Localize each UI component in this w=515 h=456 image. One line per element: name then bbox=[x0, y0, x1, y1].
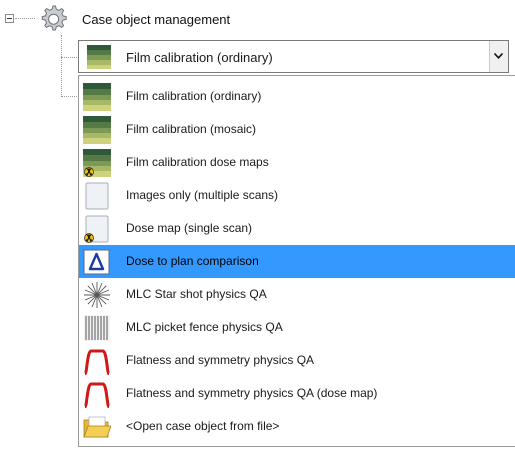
list-item-label: Flatness and symmetry physics QA bbox=[126, 353, 315, 367]
dose-map-document-icon bbox=[83, 215, 111, 243]
list-item-label: <Open case object from file> bbox=[126, 419, 280, 433]
list-item-mlc-picket-fence[interactable]: MLC picket fence physics QA bbox=[79, 311, 515, 344]
film-calibration-icon bbox=[83, 83, 111, 111]
list-item-film-calibration-ordinary[interactable]: Film calibration (ordinary) bbox=[79, 80, 515, 113]
collapse-toggle[interactable] bbox=[5, 14, 14, 23]
list-item-images-only[interactable]: Images only (multiple scans) bbox=[79, 179, 515, 212]
film-calibration-mosaic-icon bbox=[83, 116, 111, 144]
delta-icon bbox=[83, 248, 111, 276]
list-item-dose-map-single-scan[interactable]: Dose map (single scan) bbox=[79, 212, 515, 245]
list-item-label: Film calibration dose maps bbox=[126, 155, 269, 169]
root-node-label[interactable]: Case object management bbox=[82, 12, 230, 27]
list-item-film-calibration-mosaic[interactable]: Film calibration (mosaic) bbox=[79, 113, 515, 146]
blank-document-icon bbox=[83, 182, 111, 210]
list-item-dose-to-plan-comparison[interactable]: Dose to plan comparison bbox=[79, 245, 515, 278]
tree-connector-root bbox=[15, 18, 35, 19]
chevron-down-icon bbox=[494, 53, 503, 59]
case-type-combobox[interactable]: Film calibration (ordinary) bbox=[78, 40, 509, 73]
list-item-label: Film calibration (ordinary) bbox=[126, 89, 262, 103]
dropdown-button[interactable] bbox=[489, 41, 508, 72]
tree-connector-child-2 bbox=[61, 96, 77, 97]
list-item-label: MLC picket fence physics QA bbox=[126, 320, 283, 334]
tree-connector-vertical bbox=[61, 35, 62, 97]
folder-open-icon bbox=[83, 413, 112, 441]
list-item-open-from-file[interactable]: <Open case object from file> bbox=[79, 410, 515, 443]
list-item-label: Dose map (single scan) bbox=[126, 221, 253, 235]
case-type-dropdown-list[interactable]: Film calibration (ordinary) Film calibra… bbox=[78, 75, 515, 447]
beam-profile-icon bbox=[83, 347, 111, 376]
list-item-label: Images only (multiple scans) bbox=[126, 188, 279, 202]
gear-icon bbox=[37, 3, 69, 35]
picket-fence-icon bbox=[83, 314, 111, 342]
tree-connector-child bbox=[61, 57, 77, 58]
film-calibration-icon bbox=[87, 45, 111, 69]
list-item-film-calibration-dose-maps[interactable]: Film calibration dose maps bbox=[79, 146, 515, 179]
list-item-label: Dose to plan comparison bbox=[126, 254, 259, 268]
list-item-label: Flatness and symmetry physics QA (dose m… bbox=[126, 386, 378, 400]
star-shot-icon bbox=[83, 281, 111, 309]
list-item-label: MLC Star shot physics QA bbox=[126, 287, 267, 301]
film-calibration-dose-maps-icon bbox=[83, 149, 111, 177]
list-item-flatness-symmetry[interactable]: Flatness and symmetry physics QA bbox=[79, 344, 515, 377]
list-item-flatness-symmetry-dose-map[interactable]: Flatness and symmetry physics QA (dose m… bbox=[79, 377, 515, 410]
beam-profile-dose-map-icon bbox=[83, 380, 111, 409]
combo-selected-label: Film calibration (ordinary) bbox=[126, 50, 273, 65]
list-item-label: Film calibration (mosaic) bbox=[126, 122, 257, 136]
list-item-mlc-star-shot[interactable]: MLC Star shot physics QA bbox=[79, 278, 515, 311]
